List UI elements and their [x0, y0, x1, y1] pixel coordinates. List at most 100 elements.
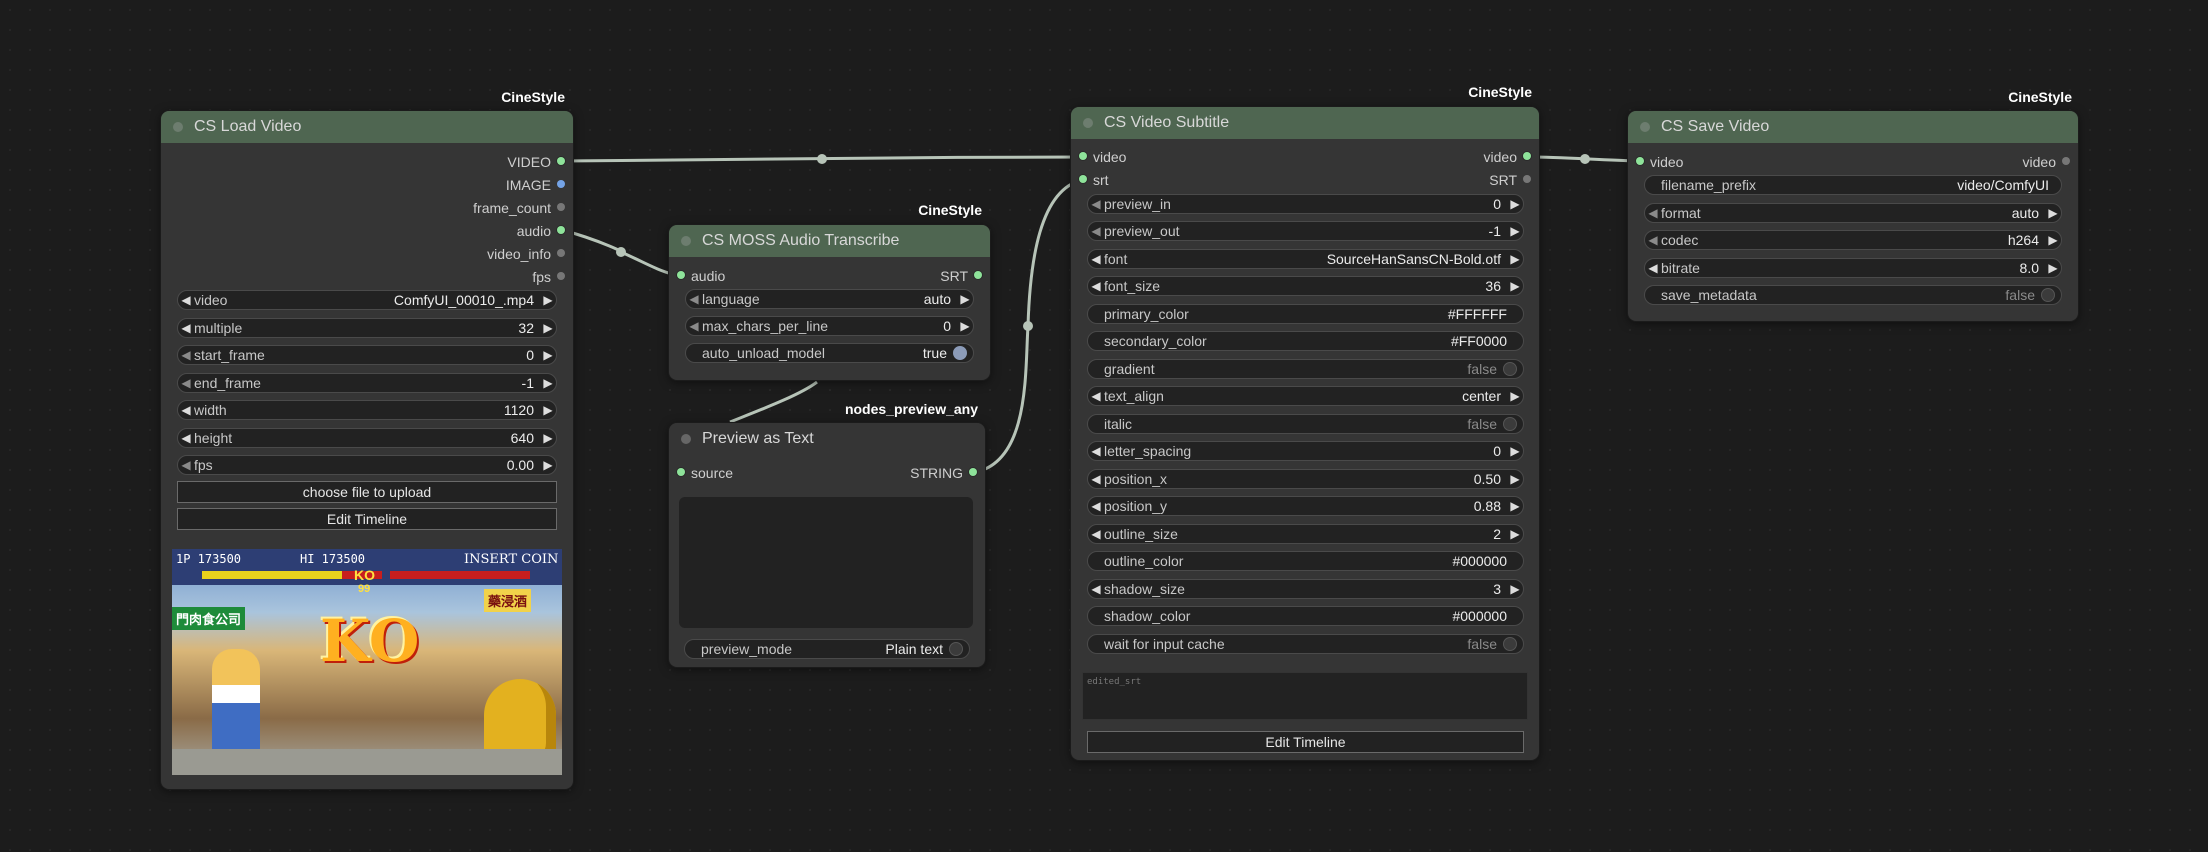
number-preview-in[interactable]: ◀ preview_in 0 ▶ [1087, 194, 1524, 214]
toggle-preview-mode[interactable]: preview_mode Plain text [684, 639, 970, 659]
node-preview-as-text[interactable]: Preview as Text source STRING preview_mo… [669, 423, 985, 667]
node-moss-audio-transcribe[interactable]: CS MOSS Audio Transcribe audio SRT ◀ lan… [669, 225, 990, 380]
arrow-right-icon[interactable]: ▶ [1507, 499, 1523, 513]
arrow-left-icon[interactable]: ◀ [1645, 206, 1661, 220]
arrow-left-icon[interactable]: ◀ [178, 458, 194, 472]
arrow-left-icon[interactable]: ◀ [1088, 224, 1104, 238]
wire-reroute-dot[interactable] [1580, 154, 1590, 164]
arrow-left-icon[interactable]: ◀ [1088, 499, 1104, 513]
toggle-off-icon[interactable] [1503, 637, 1517, 651]
output-slot[interactable] [1523, 152, 1531, 160]
output-slot[interactable] [557, 180, 565, 188]
edit-timeline-button[interactable]: Edit Timeline [1087, 731, 1524, 753]
arrow-left-icon[interactable]: ◀ [178, 348, 194, 362]
collapse-toggle[interactable] [681, 434, 691, 444]
arrow-right-icon[interactable]: ▶ [1507, 527, 1523, 541]
arrow-left-icon[interactable]: ◀ [1645, 261, 1661, 275]
output-slot[interactable] [969, 468, 977, 476]
arrow-right-icon[interactable]: ▶ [540, 348, 556, 362]
output-video[interactable]: VIDEO [161, 150, 573, 173]
collapse-toggle[interactable] [173, 122, 183, 132]
node-header[interactable]: CS Load Video [161, 111, 573, 143]
node-header[interactable]: CS MOSS Audio Transcribe [669, 225, 990, 257]
node-load-video[interactable]: CS Load Video VIDEO IMAGE frame_count au… [161, 111, 573, 789]
combo-language[interactable]: ◀ language auto ▶ [685, 289, 974, 309]
input-slot[interactable] [1636, 157, 1644, 165]
number-fps[interactable]: ◀ fps 0.00 ▶ [177, 455, 557, 475]
arrow-left-icon[interactable]: ◀ [1645, 233, 1661, 247]
number-start-frame[interactable]: ◀ start_frame 0 ▶ [177, 345, 557, 365]
arrow-right-icon[interactable]: ▶ [1507, 252, 1523, 266]
output-video-info[interactable]: video_info [161, 242, 573, 265]
number-outline-size[interactable]: ◀ outline_size 2 ▶ [1087, 524, 1524, 544]
arrow-right-icon[interactable]: ▶ [2045, 206, 2061, 220]
toggle-on-icon[interactable] [953, 346, 967, 360]
arrow-left-icon[interactable]: ◀ [686, 319, 702, 333]
arrow-right-icon[interactable]: ▶ [1507, 582, 1523, 596]
arrow-left-icon[interactable]: ◀ [1088, 582, 1104, 596]
output-fps[interactable]: fps [161, 265, 573, 288]
output-slot[interactable] [557, 272, 565, 280]
toggle-italic[interactable]: italic false [1087, 414, 1524, 434]
text-secondary-color[interactable]: secondary_color #FF0000 [1087, 331, 1524, 351]
number-bitrate[interactable]: ◀ bitrate 8.0 ▶ [1644, 258, 2062, 278]
input-slot[interactable] [1079, 175, 1087, 183]
collapse-toggle[interactable] [1640, 122, 1650, 132]
arrow-left-icon[interactable]: ◀ [178, 431, 194, 445]
wire-video-to-subtitle[interactable] [561, 155, 1083, 163]
number-shadow-size[interactable]: ◀ shadow_size 3 ▶ [1087, 579, 1524, 599]
combo-video[interactable]: ◀ video ComfyUI_00010_.mp4 ▶ [177, 290, 557, 310]
output-slot[interactable] [557, 203, 565, 211]
toggle-wait-for-input-cache[interactable]: wait for input cache false [1087, 634, 1524, 654]
toggle-gradient[interactable]: gradient false [1087, 359, 1524, 379]
io-row-source[interactable]: source STRING [669, 461, 985, 484]
arrow-left-icon[interactable]: ◀ [178, 321, 194, 335]
arrow-right-icon[interactable]: ▶ [540, 431, 556, 445]
arrow-right-icon[interactable]: ▶ [1507, 472, 1523, 486]
number-multiple[interactable]: ◀ multiple 32 ▶ [177, 318, 557, 338]
wire-reroute-dot[interactable] [1023, 321, 1033, 331]
arrow-right-icon[interactable]: ▶ [540, 293, 556, 307]
node-header[interactable]: Preview as Text [669, 423, 985, 455]
output-slot[interactable] [974, 271, 982, 279]
arrow-left-icon[interactable]: ◀ [1088, 472, 1104, 486]
text-outline-color[interactable]: outline_color #000000 [1087, 551, 1524, 571]
arrow-right-icon[interactable]: ▶ [540, 376, 556, 390]
number-width[interactable]: ◀ width 1120 ▶ [177, 400, 557, 420]
arrow-right-icon[interactable]: ▶ [540, 403, 556, 417]
output-frame-count[interactable]: frame_count [161, 196, 573, 219]
toggle-save-metadata[interactable]: save_metadata false [1644, 285, 2062, 305]
wire-reroute-dot[interactable] [616, 247, 626, 257]
number-max-chars-per-line[interactable]: ◀ max_chars_per_line 0 ▶ [685, 316, 974, 336]
io-row-audio[interactable]: audio SRT [669, 264, 990, 287]
arrow-left-icon[interactable]: ◀ [1088, 279, 1104, 293]
number-letter-spacing[interactable]: ◀ letter_spacing 0 ▶ [1087, 441, 1524, 461]
arrow-left-icon[interactable]: ◀ [178, 376, 194, 390]
arrow-right-icon[interactable]: ▶ [957, 292, 973, 306]
output-slot[interactable] [2062, 157, 2070, 165]
arrow-right-icon[interactable]: ▶ [1507, 224, 1523, 238]
toggle-off-icon[interactable] [1503, 362, 1517, 376]
toggle-auto-unload-model[interactable]: auto_unload_model true [685, 343, 974, 363]
output-image[interactable]: IMAGE [161, 173, 573, 196]
arrow-left-icon[interactable]: ◀ [178, 403, 194, 417]
wire-audio-to-moss[interactable] [561, 228, 681, 278]
io-row-video[interactable]: video video [1071, 145, 1539, 168]
toggle-off-icon[interactable] [2041, 288, 2055, 302]
number-position-x[interactable]: ◀ position_x 0.50 ▶ [1087, 469, 1524, 489]
arrow-right-icon[interactable]: ▶ [1507, 444, 1523, 458]
node-save-video[interactable]: CS Save Video video video filename_prefi… [1628, 111, 2078, 321]
arrow-left-icon[interactable]: ◀ [1088, 527, 1104, 541]
combo-codec[interactable]: ◀ codec h264 ▶ [1644, 230, 2062, 250]
edited-srt-textarea[interactable]: edited_srt [1082, 672, 1528, 720]
combo-format[interactable]: ◀ format auto ▶ [1644, 203, 2062, 223]
input-slot[interactable] [677, 468, 685, 476]
arrow-right-icon[interactable]: ▶ [1507, 279, 1523, 293]
node-header[interactable]: CS Video Subtitle [1071, 107, 1539, 139]
combo-font[interactable]: ◀ font SourceHanSansCN-Bold.otf ▶ [1087, 249, 1524, 269]
arrow-right-icon[interactable]: ▶ [2045, 233, 2061, 247]
arrow-right-icon[interactable]: ▶ [2045, 261, 2061, 275]
arrow-right-icon[interactable]: ▶ [1507, 389, 1523, 403]
text-primary-color[interactable]: primary_color #FFFFFF [1087, 304, 1524, 324]
arrow-left-icon[interactable]: ◀ [1088, 252, 1104, 266]
